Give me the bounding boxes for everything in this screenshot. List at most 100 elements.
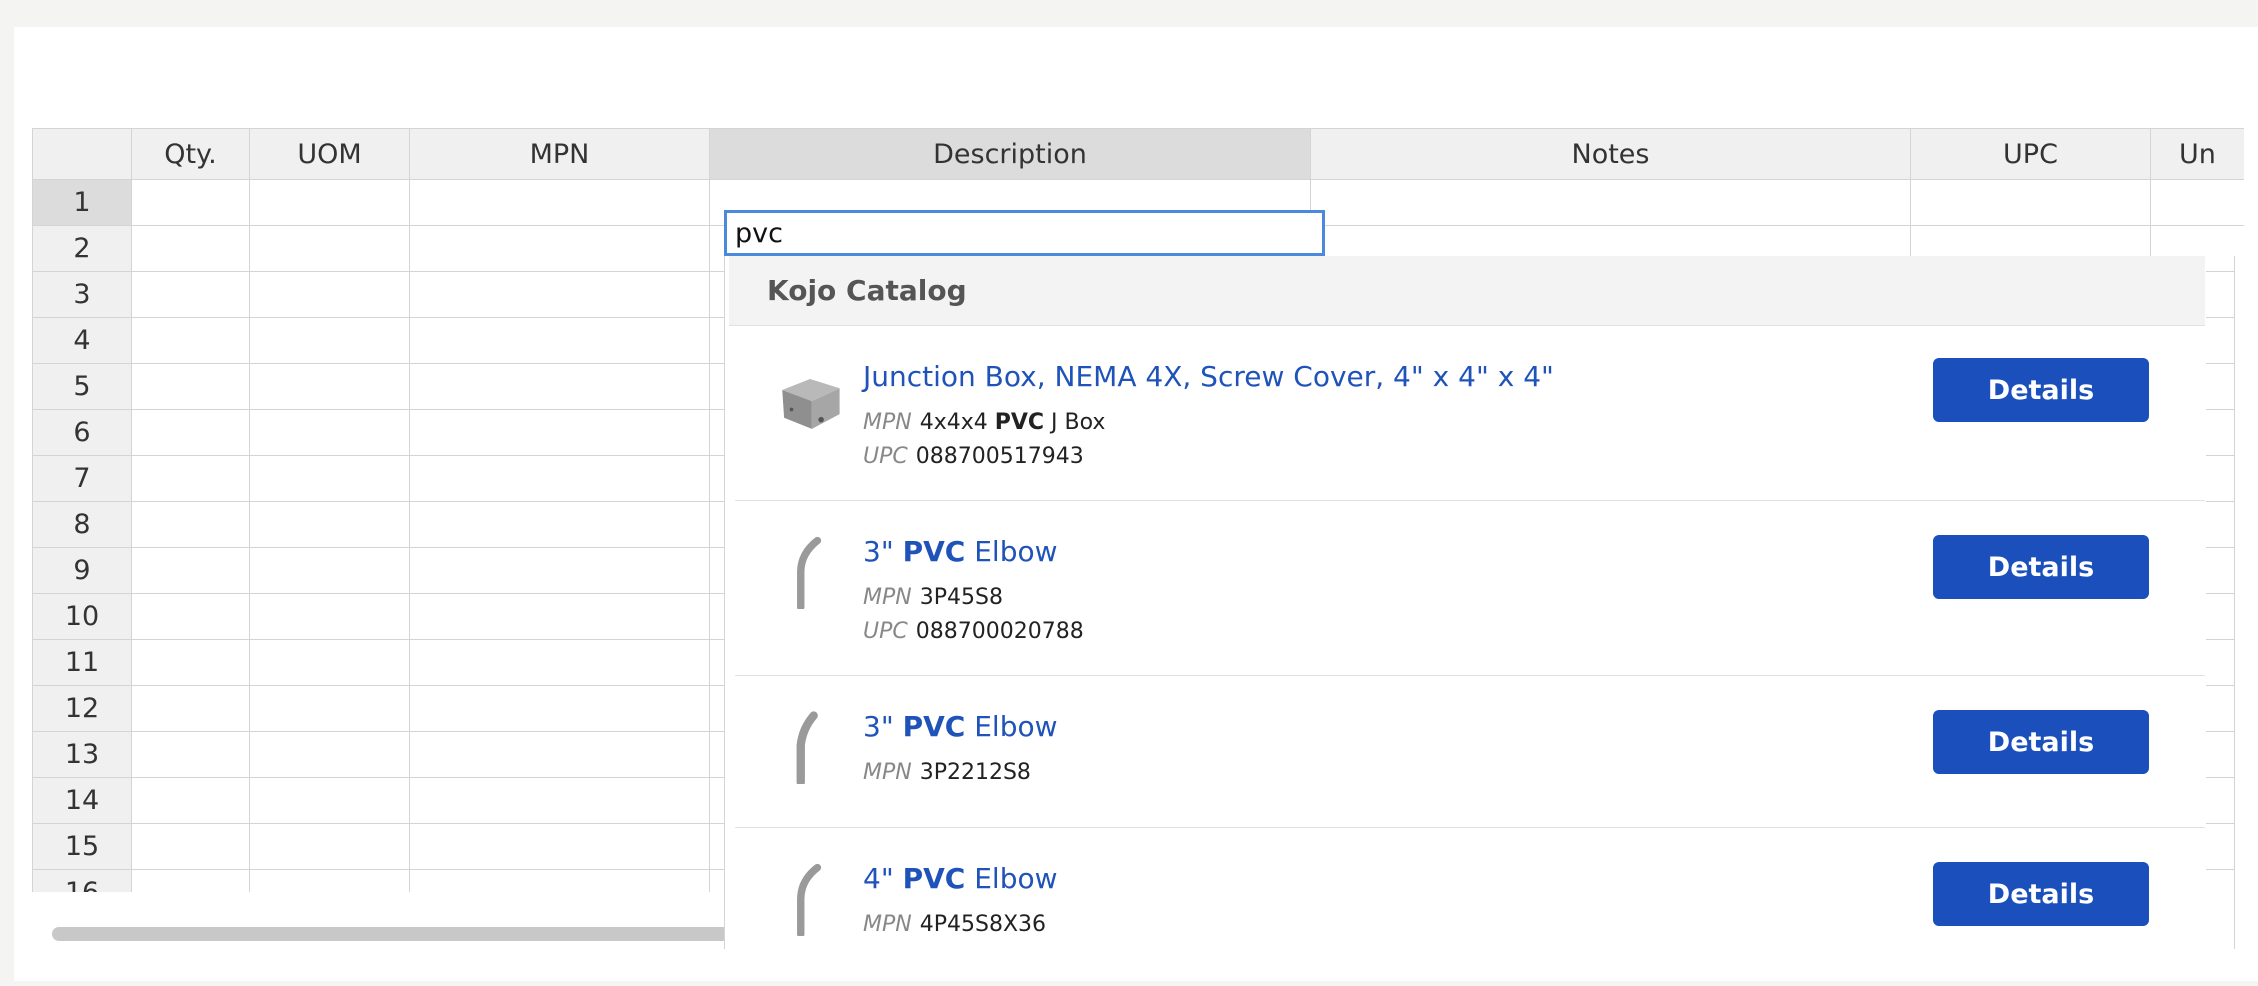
table-cell[interactable]	[250, 824, 410, 870]
row-number[interactable]: 4	[32, 318, 132, 364]
table-cell[interactable]	[132, 502, 250, 548]
table-cell[interactable]	[132, 410, 250, 456]
catalog-item[interactable]: 4" PVC Elbow MPN 4P45S8X36 Details	[735, 828, 2205, 949]
table-cell[interactable]	[132, 318, 250, 364]
table-cell[interactable]	[250, 778, 410, 824]
table-cell[interactable]	[2151, 180, 2244, 226]
table-cell[interactable]	[132, 640, 250, 686]
horizontal-scrollbar[interactable]	[52, 927, 752, 941]
row-number[interactable]: 7	[32, 456, 132, 502]
table-cell[interactable]	[250, 318, 410, 364]
column-header-uom[interactable]: UOM	[250, 128, 410, 180]
cell-editor-input[interactable]: pvc	[724, 210, 1325, 256]
table-cell[interactable]	[132, 686, 250, 732]
table-cell[interactable]	[410, 594, 710, 640]
table-cell[interactable]	[410, 778, 710, 824]
item-upc: UPC 088700020788	[863, 619, 1084, 644]
table-cell[interactable]	[250, 364, 410, 410]
table-cell[interactable]	[250, 732, 410, 778]
elbow-pipe-icon	[797, 536, 822, 609]
table-cell[interactable]	[250, 640, 410, 686]
column-header-notes[interactable]: Notes	[1311, 128, 1911, 180]
row-number[interactable]: 16	[32, 870, 132, 892]
table-cell[interactable]	[410, 824, 710, 870]
item-mpn: MPN 4P45S8X36	[863, 912, 1047, 937]
item-title[interactable]: 3" PVC Elbow	[863, 535, 1058, 568]
table-cell[interactable]	[132, 778, 250, 824]
table-cell[interactable]	[132, 732, 250, 778]
table-cell[interactable]	[250, 548, 410, 594]
details-button[interactable]: Details	[1933, 710, 2149, 774]
table-cell[interactable]	[132, 226, 250, 272]
table-cell[interactable]	[410, 686, 710, 732]
table-cell[interactable]	[250, 456, 410, 502]
table-cell[interactable]	[410, 732, 710, 778]
catalog-item[interactable]: Junction Box, NEMA 4X, Screw Cover, 4" x…	[735, 326, 2205, 501]
row-number[interactable]: 11	[32, 640, 132, 686]
row-number[interactable]: 8	[32, 502, 132, 548]
column-header-description[interactable]: Description	[710, 128, 1311, 180]
row-number[interactable]: 9	[32, 548, 132, 594]
catalog-item[interactable]: 3" PVC Elbow MPN 3P45S8 UPC 088700020788 D…	[735, 501, 2205, 676]
table-cell[interactable]	[132, 272, 250, 318]
table-cell[interactable]	[410, 456, 710, 502]
column-header-qty[interactable]: Qty.	[132, 128, 250, 180]
row-number[interactable]: 13	[32, 732, 132, 778]
elbow-pipe-icon	[796, 711, 818, 784]
table-cell[interactable]	[410, 226, 710, 272]
table-cell[interactable]	[410, 502, 710, 548]
table-cell[interactable]	[410, 548, 710, 594]
table-cell[interactable]	[1911, 180, 2151, 226]
table-cell[interactable]	[410, 180, 710, 226]
table-cell[interactable]	[250, 226, 410, 272]
table-cell[interactable]	[410, 318, 710, 364]
column-header-upc[interactable]: UPC	[1911, 128, 2151, 180]
table-cell[interactable]	[410, 364, 710, 410]
row-number[interactable]: 2	[32, 226, 132, 272]
details-button[interactable]: Details	[1933, 535, 2149, 599]
table-cell[interactable]	[250, 686, 410, 732]
table-cell[interactable]	[410, 410, 710, 456]
catalog-item[interactable]: 3" PVC Elbow MPN 3P2212S8 Details	[735, 676, 2205, 828]
autocomplete-dropdown: Kojo Catalog Junction Box, NEMA 4X, Scre…	[724, 256, 2206, 949]
table-cell[interactable]	[410, 640, 710, 686]
item-mpn: MPN 3P45S8	[863, 585, 1003, 610]
item-title[interactable]: 4" PVC Elbow	[863, 862, 1058, 895]
table-cell[interactable]	[132, 180, 250, 226]
row-number[interactable]: 3	[32, 272, 132, 318]
elbow-pipe-icon	[797, 863, 822, 936]
table-cell[interactable]	[250, 502, 410, 548]
column-header-unit[interactable]: Un	[2151, 128, 2244, 180]
table-cell[interactable]	[250, 594, 410, 640]
junction-box-icon	[782, 378, 840, 429]
table-cell[interactable]	[132, 824, 250, 870]
table-cell[interactable]	[132, 364, 250, 410]
grid-right-edge	[2234, 256, 2258, 949]
table-cell[interactable]	[250, 410, 410, 456]
table-cell[interactable]	[250, 180, 410, 226]
row-number[interactable]: 15	[32, 824, 132, 870]
table-cell[interactable]	[250, 272, 410, 318]
row-number[interactable]: 14	[32, 778, 132, 824]
column-header-mpn[interactable]: MPN	[410, 128, 710, 180]
table-cell[interactable]	[410, 272, 710, 318]
item-mpn: MPN 3P2212S8	[863, 760, 1031, 785]
table-cell[interactable]	[250, 870, 410, 892]
table-cell[interactable]	[132, 870, 250, 892]
column-header-row: Qty. UOM MPN Description Notes UPC Un	[32, 128, 2244, 180]
table-cell[interactable]	[410, 870, 710, 892]
row-number[interactable]: 5	[32, 364, 132, 410]
table-cell[interactable]	[1311, 180, 1911, 226]
corner-header[interactable]	[32, 128, 132, 180]
details-button[interactable]: Details	[1933, 358, 2149, 422]
row-number[interactable]: 1	[32, 180, 132, 226]
details-button[interactable]: Details	[1933, 862, 2149, 926]
row-number[interactable]: 10	[32, 594, 132, 640]
item-title[interactable]: Junction Box, NEMA 4X, Screw Cover, 4" x…	[863, 360, 1554, 393]
table-cell[interactable]	[132, 594, 250, 640]
row-number[interactable]: 12	[32, 686, 132, 732]
row-number[interactable]: 6	[32, 410, 132, 456]
table-cell[interactable]	[132, 456, 250, 502]
item-title[interactable]: 3" PVC Elbow	[863, 710, 1058, 743]
table-cell[interactable]	[132, 548, 250, 594]
